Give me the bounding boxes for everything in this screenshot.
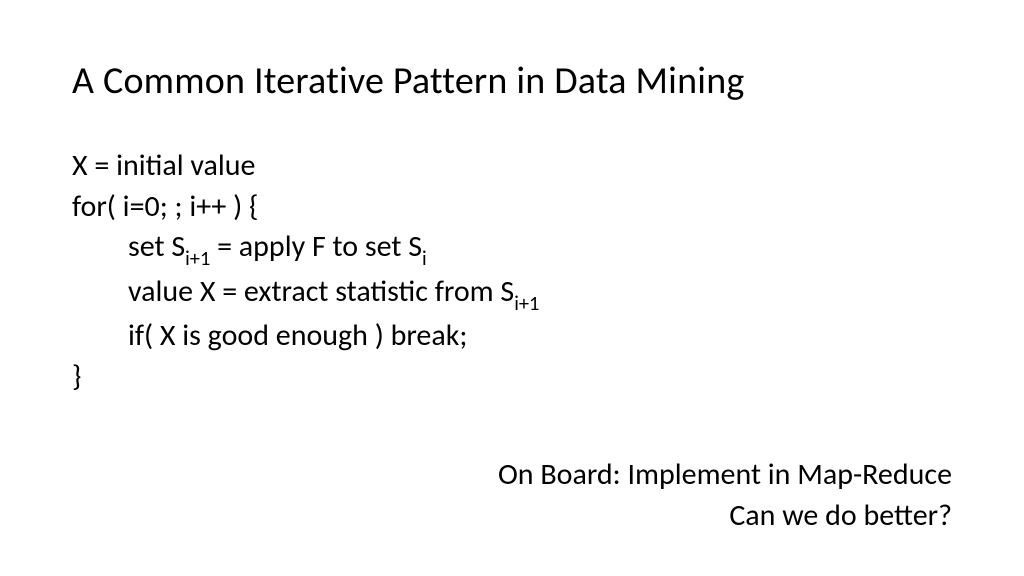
slide-title: A Common Iterative Pattern in Data Minin… [72, 58, 952, 104]
text-fragment: = apply F to set S [210, 228, 422, 265]
slide-body: X = initial value for( i=0; ; i++ ) { se… [72, 146, 952, 397]
code-line-2: for( i=0; ; i++ ) { [72, 187, 952, 228]
code-line-6: } [72, 357, 952, 398]
footer-line-2: Can we do better? [498, 496, 952, 537]
subscript: i+1 [514, 292, 539, 316]
slide: A Common Iterative Pattern in Data Minin… [0, 0, 1024, 576]
subscript: i [422, 247, 427, 271]
footer-line-1: On Board: Implement in Map-Reduce [498, 455, 952, 496]
code-line-5: if( X is good enough ) break; [72, 316, 952, 357]
code-line-1: X = initial value [72, 146, 952, 187]
subscript: i+1 [185, 247, 210, 271]
slide-footer: On Board: Implement in Map-Reduce Can we… [498, 455, 952, 536]
text-fragment: set S [128, 228, 185, 265]
code-line-4: value X = extract statistic from Si+1 [72, 272, 952, 317]
code-line-3: set Si+1 = apply F to set Si [72, 227, 952, 272]
text-fragment: value X = extract statistic from S [128, 273, 514, 310]
